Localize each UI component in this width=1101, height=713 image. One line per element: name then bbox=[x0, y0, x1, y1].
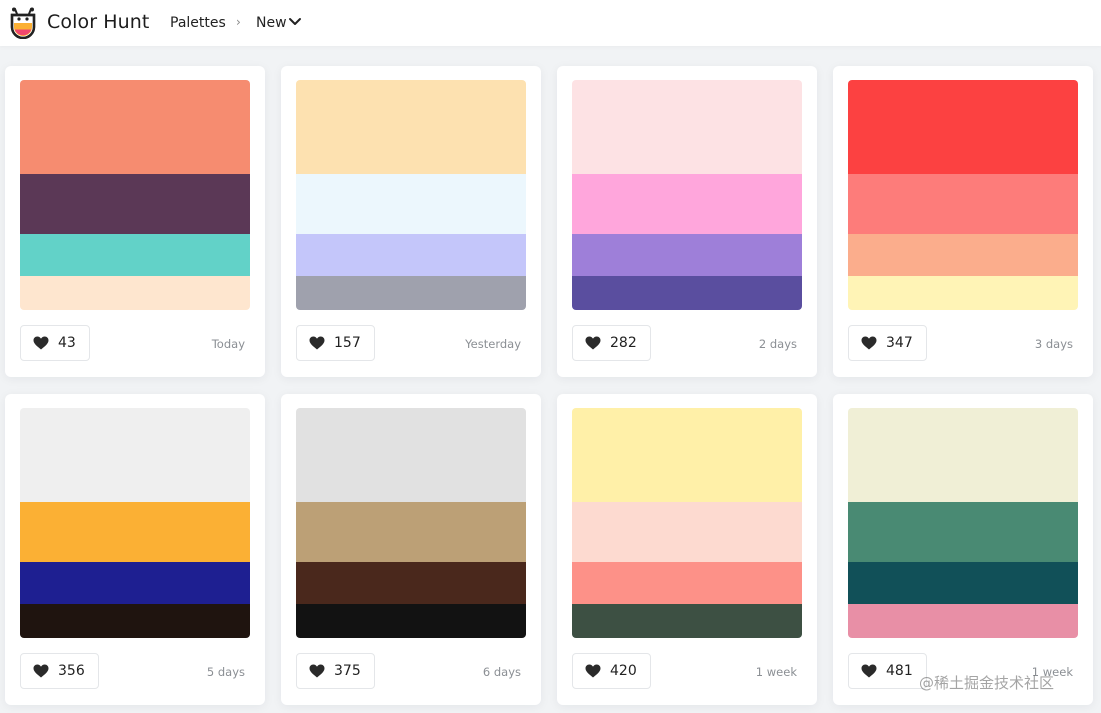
like-button[interactable]: 157 bbox=[296, 325, 375, 361]
color-band[interactable] bbox=[296, 80, 526, 174]
palette-card[interactable]: 420 1 week bbox=[557, 394, 817, 705]
color-band[interactable] bbox=[848, 408, 1078, 502]
color-band[interactable] bbox=[296, 604, 526, 638]
color-band[interactable] bbox=[572, 408, 802, 502]
palette-date: 1 week bbox=[755, 665, 797, 679]
color-band[interactable] bbox=[572, 502, 802, 562]
color-band[interactable] bbox=[572, 234, 802, 276]
palette-date: Today bbox=[211, 337, 245, 351]
palette-card[interactable]: 282 2 days bbox=[557, 66, 817, 377]
palette-card[interactable]: 481 1 week bbox=[833, 394, 1093, 705]
color-band[interactable] bbox=[848, 502, 1078, 562]
color-band[interactable] bbox=[20, 562, 250, 604]
chevron-down-icon[interactable] bbox=[288, 17, 302, 27]
like-count: 43 bbox=[58, 335, 76, 351]
palette-card[interactable]: 347 3 days bbox=[833, 66, 1093, 377]
sort-dropdown-label[interactable]: New bbox=[256, 15, 287, 31]
palette-date: 3 days bbox=[1034, 337, 1073, 351]
like-button[interactable]: 282 bbox=[572, 325, 651, 361]
color-band[interactable] bbox=[848, 80, 1078, 174]
palette-swatches[interactable] bbox=[296, 408, 526, 638]
heart-icon bbox=[861, 336, 877, 350]
color-band[interactable] bbox=[848, 276, 1078, 310]
color-band[interactable] bbox=[848, 562, 1078, 604]
heart-icon bbox=[33, 664, 49, 678]
palette-date: Yesterday bbox=[465, 337, 521, 351]
heart-icon bbox=[585, 664, 601, 678]
color-band[interactable] bbox=[572, 174, 802, 234]
like-button[interactable]: 375 bbox=[296, 653, 375, 689]
heart-icon bbox=[585, 336, 601, 350]
color-band[interactable] bbox=[20, 276, 250, 310]
color-band[interactable] bbox=[848, 234, 1078, 276]
like-count: 282 bbox=[610, 335, 637, 351]
color-band[interactable] bbox=[572, 80, 802, 174]
palette-swatches[interactable] bbox=[848, 408, 1078, 638]
palette-card[interactable]: 375 6 days bbox=[281, 394, 541, 705]
color-band[interactable] bbox=[296, 562, 526, 604]
color-band[interactable] bbox=[296, 276, 526, 310]
palette-swatches[interactable] bbox=[572, 408, 802, 638]
palette-swatches[interactable] bbox=[20, 408, 250, 638]
color-band[interactable] bbox=[296, 408, 526, 502]
color-hunt-logo[interactable] bbox=[9, 7, 37, 39]
like-count: 481 bbox=[886, 663, 913, 679]
heart-icon bbox=[309, 336, 325, 350]
top-bar: Color Hunt Palettes › New bbox=[0, 0, 1101, 46]
brand-name[interactable]: Color Hunt bbox=[47, 11, 149, 33]
color-band[interactable] bbox=[296, 234, 526, 276]
palette-date: 2 days bbox=[758, 337, 797, 351]
palette-card[interactable]: 356 5 days bbox=[5, 394, 265, 705]
heart-icon bbox=[861, 664, 877, 678]
palette-swatches[interactable] bbox=[848, 80, 1078, 310]
like-button[interactable]: 356 bbox=[20, 653, 99, 689]
color-band[interactable] bbox=[848, 174, 1078, 234]
like-button[interactable]: 481 bbox=[848, 653, 927, 689]
like-count: 347 bbox=[886, 335, 913, 351]
palette-date: 5 days bbox=[206, 665, 245, 679]
like-count: 375 bbox=[334, 663, 361, 679]
like-count: 356 bbox=[58, 663, 85, 679]
color-band[interactable] bbox=[20, 502, 250, 562]
like-button[interactable]: 420 bbox=[572, 653, 651, 689]
color-band[interactable] bbox=[20, 604, 250, 638]
palette-swatches[interactable] bbox=[20, 80, 250, 310]
color-band[interactable] bbox=[848, 604, 1078, 638]
color-band[interactable] bbox=[20, 80, 250, 174]
heart-icon bbox=[309, 664, 325, 678]
color-band[interactable] bbox=[296, 174, 526, 234]
palette-card[interactable]: 157 Yesterday bbox=[281, 66, 541, 377]
like-button[interactable]: 347 bbox=[848, 325, 927, 361]
breadcrumb-separator: › bbox=[236, 15, 241, 29]
like-count: 420 bbox=[610, 663, 637, 679]
color-band[interactable] bbox=[572, 562, 802, 604]
color-band[interactable] bbox=[572, 604, 802, 638]
color-band[interactable] bbox=[572, 276, 802, 310]
color-band[interactable] bbox=[20, 174, 250, 234]
palette-swatches[interactable] bbox=[572, 80, 802, 310]
palette-swatches[interactable] bbox=[296, 80, 526, 310]
palette-date: 6 days bbox=[482, 665, 521, 679]
palette-card[interactable]: 43 Today bbox=[5, 66, 265, 377]
color-band[interactable] bbox=[20, 408, 250, 502]
like-button[interactable]: 43 bbox=[20, 325, 90, 361]
breadcrumb-palettes[interactable]: Palettes bbox=[170, 15, 226, 31]
heart-icon bbox=[33, 336, 49, 350]
color-band[interactable] bbox=[20, 234, 250, 276]
like-count: 157 bbox=[334, 335, 361, 351]
watermark-text: @稀土掘金技术社区 bbox=[919, 674, 1055, 692]
color-band[interactable] bbox=[296, 502, 526, 562]
